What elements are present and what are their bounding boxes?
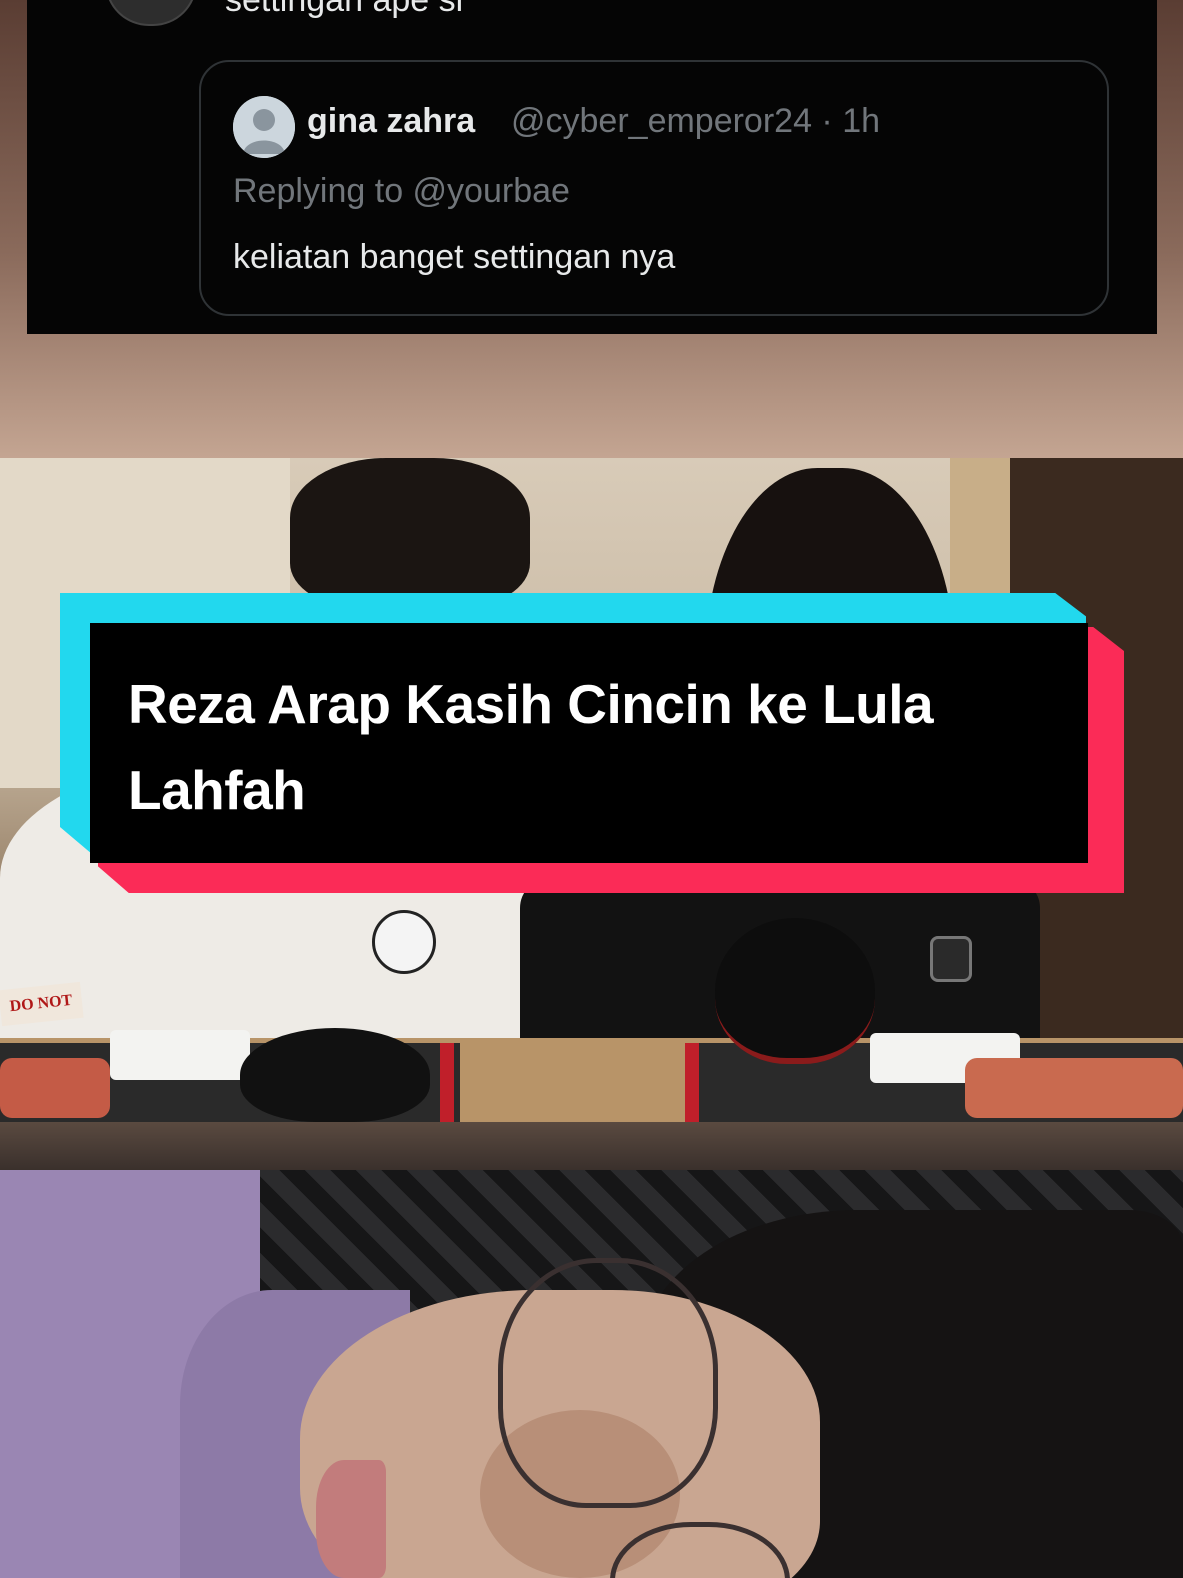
quoted-author-handle: @cyber_emperor24 · 1h [511, 102, 881, 140]
tray-edge-left [440, 1043, 454, 1122]
quoted-tweet-text: keliatan banget settingan nya [233, 238, 676, 276]
divider-gradient [0, 1122, 1183, 1170]
caption-title: Reza Arap Kasih Cincin ke Lula Lahfah [128, 673, 934, 821]
quoted-tweet[interactable]: gina zahra @cyber_emperor24 · 1h Replyin… [199, 60, 1109, 316]
caption-banner: Reza Arap Kasih Cincin ke Lula Lahfah [60, 593, 1124, 903]
tweet-screenshot-area: settingan ape si gina zahra @cyber_emper… [0, 0, 1183, 458]
tweet-author-avatar [105, 0, 197, 26]
watch-icon [930, 936, 972, 982]
bowl-right [715, 918, 875, 1064]
person-left-hair [290, 458, 530, 608]
quoted-author-name: gina zahra [307, 102, 476, 140]
glasses-lens-icon [498, 1258, 718, 1508]
default-user-avatar-icon [233, 96, 295, 158]
shirt-patch-icon [372, 910, 436, 974]
streamer-lips [316, 1460, 386, 1578]
bowl-left [240, 1028, 430, 1122]
replying-to-label: Replying to @yourbae [233, 172, 570, 210]
tweet-card: settingan ape si gina zahra @cyber_emper… [27, 0, 1157, 334]
meat-plate-left [0, 1058, 110, 1118]
tweet-text: settingan ape si [225, 0, 464, 19]
sauce-dish-left [110, 1030, 250, 1080]
tray-edge-right [685, 1043, 699, 1122]
webcam-frame [0, 1170, 1183, 1578]
meat-plate-right [965, 1058, 1183, 1118]
